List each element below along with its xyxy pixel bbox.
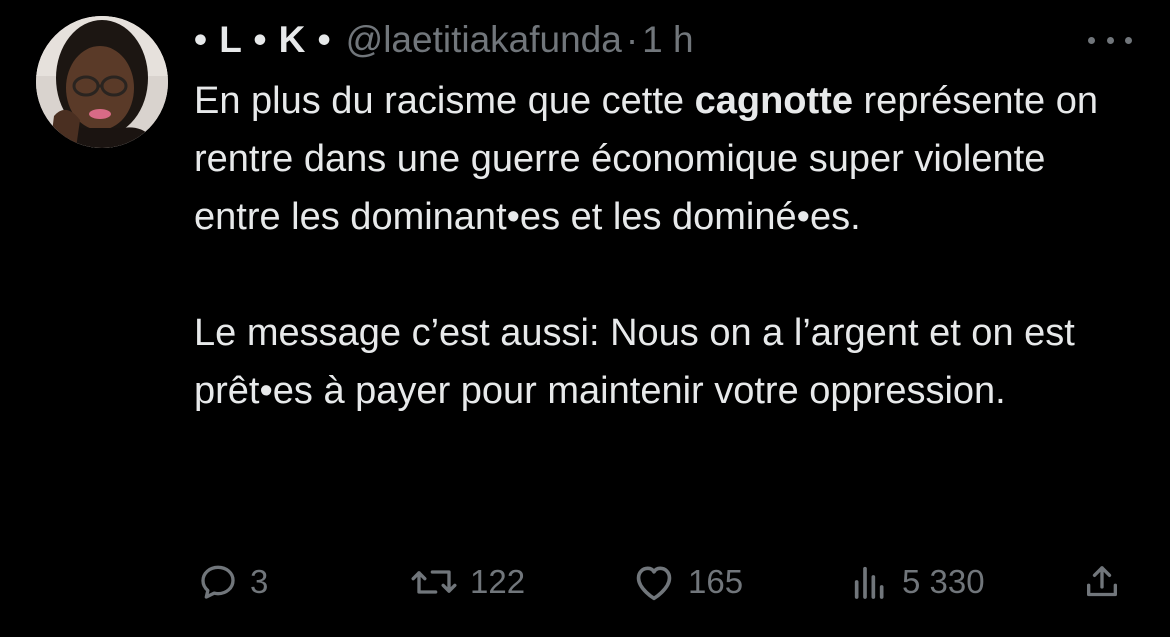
views-chart-icon [854, 566, 884, 599]
avatar-image [36, 16, 168, 148]
share-icon [1087, 566, 1117, 597]
more-dot [1125, 36, 1132, 44]
tweet[interactable]: • L • K • @laetitiakafunda · 1 h En plus… [0, 0, 1170, 637]
like-button[interactable]: 165 [632, 556, 743, 608]
tweet-text: En plus du racisme que cette cagnotte re… [194, 72, 1124, 420]
views-count: 5 330 [902, 563, 985, 600]
more-dot [1106, 36, 1114, 44]
tweet-text-bold: cagnotte [694, 80, 853, 122]
retweet-button[interactable]: 122 [410, 556, 525, 608]
display-name[interactable]: • L • K • [194, 19, 332, 61]
reply-icon [201, 565, 235, 599]
header-separator: · [625, 19, 639, 60]
avatar[interactable] [36, 16, 168, 148]
tweet-header: • L • K • @laetitiakafunda · 1 h [194, 16, 694, 64]
user-handle[interactable]: @laetitiakafunda [346, 19, 622, 61]
retweet-icon [411, 570, 457, 594]
like-count: 165 [688, 563, 744, 600]
tweet-paragraph-1: En plus du racisme que cette cagnotte re… [194, 72, 1124, 246]
tweet-timestamp[interactable]: 1 h [642, 19, 693, 61]
action-bar: 3 122 165 5 330 [194, 556, 1134, 608]
more-dots-icon[interactable] [1088, 30, 1132, 50]
reply-count: 3 [250, 563, 269, 600]
more-dot [1088, 36, 1095, 44]
heart-icon [636, 566, 672, 601]
retweet-count: 122 [470, 563, 526, 600]
tweet-text-part: En plus du racisme que cette [194, 80, 695, 122]
share-button[interactable] [1082, 556, 1122, 608]
tweet-paragraph-2: Le message c’est aussi: Nous on a l’arge… [194, 312, 1075, 412]
reply-button[interactable]: 3 [198, 556, 268, 608]
views-button[interactable]: 5 330 [850, 556, 985, 608]
